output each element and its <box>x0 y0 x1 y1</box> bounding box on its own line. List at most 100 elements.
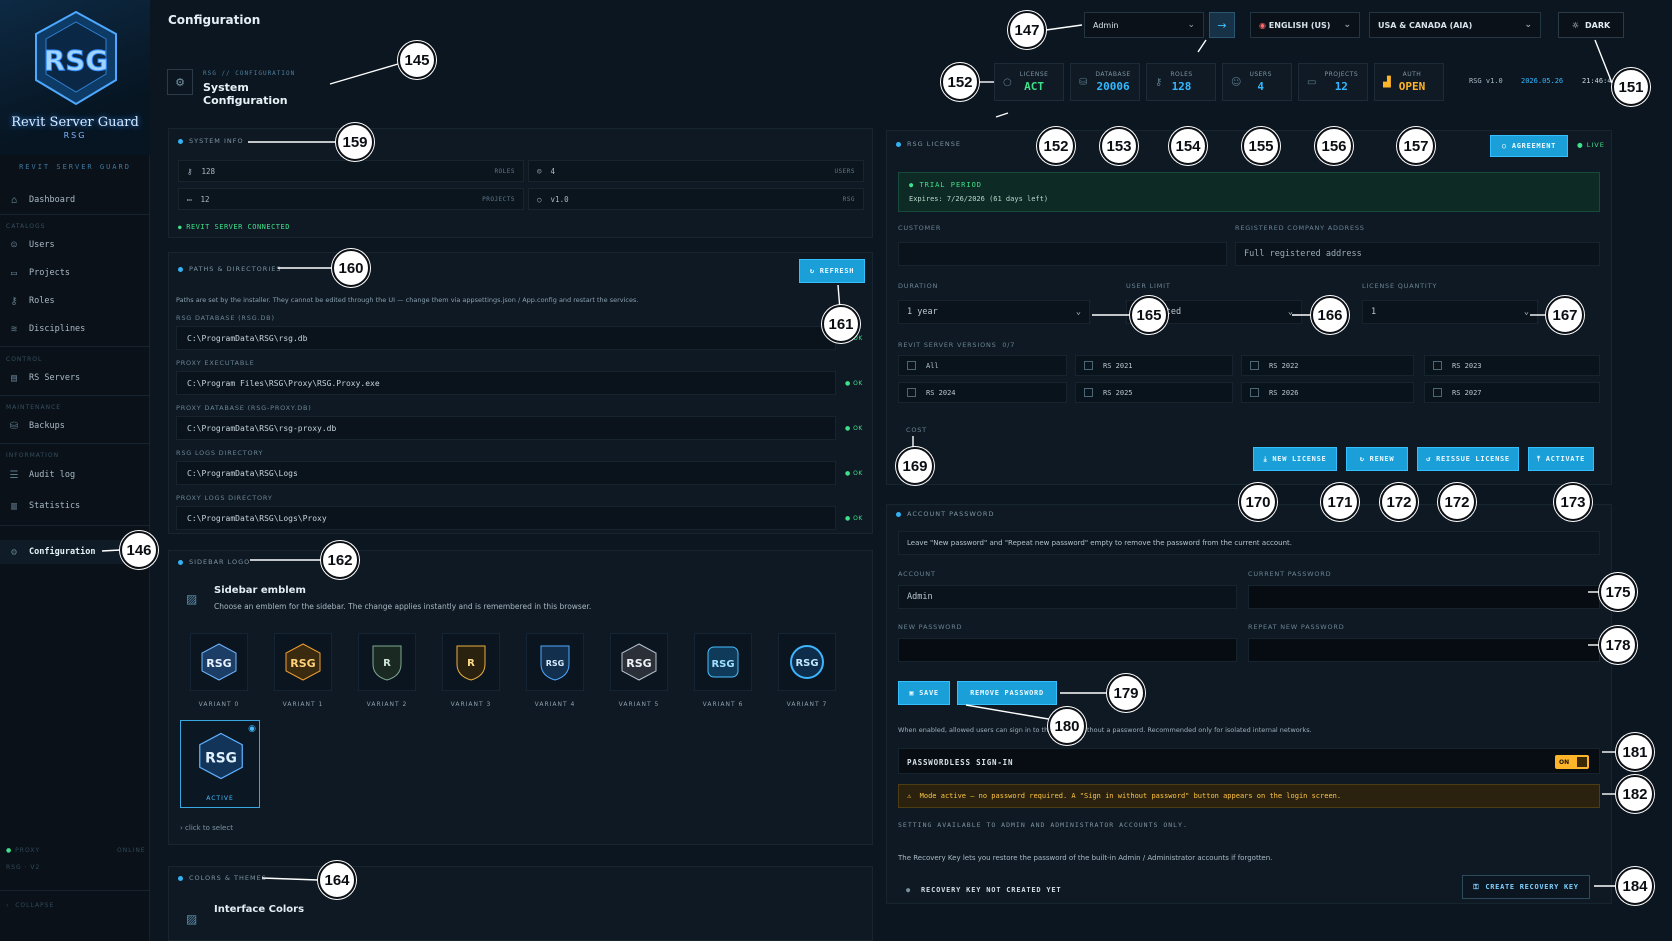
user-limit-label: USER LIMIT <box>1126 282 1171 290</box>
sidebar-item-audit-log[interactable]: ☰ Audit log <box>0 463 150 487</box>
new-license-button[interactable]: ⤓ NEW LICENSE <box>1253 447 1337 471</box>
emblem-variant-0[interactable]: RSG VARIANT 0 <box>180 633 258 711</box>
emblem-variant-6[interactable]: RSG VARIANT 6 <box>684 633 762 711</box>
collapse-button[interactable]: ‹ COLLAPSE <box>6 902 54 909</box>
activate-button[interactable]: ⤒ ACTIVATE <box>1528 447 1594 471</box>
recovery-status: ● RECOVERY KEY NOT CREATED YET <box>906 886 1062 894</box>
refresh-icon: ↻ <box>1359 455 1365 463</box>
version-checkbox-2026[interactable]: RS 2026 <box>1241 382 1414 403</box>
agreement-button[interactable]: ○ AGREEMENT <box>1490 135 1568 157</box>
callout-166: 166 <box>1311 296 1349 334</box>
emblem-variant-1[interactable]: RSG VARIANT 1 <box>264 633 342 711</box>
version-checkbox-2024[interactable]: RS 2024 <box>898 382 1067 403</box>
callout-147: 147 <box>1008 11 1046 49</box>
passwordless-toggle[interactable]: ON <box>1555 755 1589 769</box>
live-badge: ● LIVE <box>1577 141 1605 149</box>
svg-text:RSG: RSG <box>290 657 315 670</box>
duration-select[interactable]: 1 year ⌄ <box>898 300 1090 324</box>
date-label: 2026.05.26 <box>1521 77 1564 85</box>
emblem-variant-5[interactable]: RSG VARIANT 5 <box>600 633 678 711</box>
new-password-input[interactable] <box>898 638 1237 662</box>
callout-178: 178 <box>1599 626 1637 664</box>
version-checkbox-2025[interactable]: RS 2025 <box>1075 382 1233 403</box>
svg-text:RSG: RSG <box>205 750 237 766</box>
theme-toggle-button[interactable]: ☼ DARK <box>1558 12 1624 38</box>
svg-text:RSG: RSG <box>795 658 818 669</box>
paths-note: Paths are set by the installer. They can… <box>176 296 639 304</box>
sidebar-item-backups[interactable]: ⛁ Backups <box>0 414 150 438</box>
repeat-password-input[interactable] <box>1248 638 1600 662</box>
emblem-variant-3[interactable]: R VARIANT 3 <box>432 633 510 711</box>
reissue-license-button[interactable]: ↺ REISSUE LICENSE <box>1417 447 1519 471</box>
section-header: ⚙ RSG // CONFIGURATION System Configurat… <box>165 62 333 107</box>
current-password-input[interactable] <box>1248 585 1600 609</box>
account-select[interactable]: Admin ⌄ <box>1084 12 1204 38</box>
checkbox-icon <box>1250 388 1259 397</box>
sidebar-item-rs-servers[interactable]: ▤ RS Servers <box>0 366 150 390</box>
create-recovery-key-button[interactable]: ⚿ CREATE RECOVERY KEY <box>1462 875 1590 899</box>
backup-icon: ⛁ <box>9 420 19 432</box>
callout-156: 156 <box>1315 127 1353 165</box>
passwordless-note: When enabled, allowed users can sign in … <box>898 726 1312 734</box>
path-proxy-db: C:\ProgramData\RSG\rsg-proxy.db <box>176 416 836 440</box>
sidebar-item-statistics[interactable]: ▥ Statistics <box>0 494 150 518</box>
address-input[interactable]: Full registered address <box>1235 242 1600 266</box>
switch-account-button[interactable]: → <box>1209 12 1235 38</box>
sidebar-item-projects[interactable]: ▭ Projects <box>0 261 150 285</box>
info-cell-roles: ⚷ 128 ROLES <box>178 160 524 182</box>
passwordless-warning: ⚠ Mode active — no password required. A … <box>898 784 1600 808</box>
emblem-variant-4[interactable]: RSG VARIANT 4 <box>516 633 594 711</box>
callout-172a: 172 <box>1380 483 1418 521</box>
checkbox-icon <box>1250 361 1259 370</box>
version-checkbox-2027[interactable]: RS 2027 <box>1424 382 1600 403</box>
language-select[interactable]: ◉ ENGLISH (US) ⌄ <box>1250 12 1360 38</box>
version-checkbox-2022[interactable]: RS 2022 <box>1241 355 1414 376</box>
sidebar-item-dashboard[interactable]: ⌂ Dashboard <box>0 188 150 212</box>
nav-section-maintenance: MAINTENANCE <box>6 404 62 411</box>
version-checkbox-all[interactable]: All <box>898 355 1067 376</box>
callout-173: 173 <box>1554 483 1592 521</box>
nav-section-control: CONTROL <box>6 356 43 363</box>
divider <box>0 214 150 215</box>
duration-label: DURATION <box>898 282 939 290</box>
checkbox-icon <box>1433 361 1442 370</box>
folder-icon: ▭ <box>187 194 192 204</box>
callout-164: 164 <box>318 861 356 899</box>
sidebar-logo[interactable]: RSG Revit Server Guard RSG <box>0 0 150 155</box>
callout-169: 169 <box>896 447 934 485</box>
callout-154: 154 <box>1169 127 1207 165</box>
paths-header: PATHS & DIRECTORIES <box>178 265 281 273</box>
chevron-down-icon: ⌄ <box>1524 20 1532 30</box>
version-checkbox-2021[interactable]: RS 2021 <box>1075 355 1233 376</box>
divider <box>0 890 150 891</box>
log-icon: ☰ <box>9 469 19 481</box>
remove-password-button[interactable]: REMOVE PASSWORD <box>957 681 1057 705</box>
brand-label: REVIT SERVER GUARD <box>19 163 131 171</box>
section-title: System Configuration <box>203 81 288 107</box>
sidebar-item-users[interactable]: ☺ Users <box>0 233 150 257</box>
refresh-button[interactable]: ↻ REFRESH <box>799 259 865 283</box>
sidebar-item-disciplines[interactable]: ≋ Disciplines <box>0 317 150 341</box>
save-button[interactable]: ▣ SAVE <box>898 681 950 705</box>
emblem-variant-7[interactable]: RSG VARIANT 7 <box>768 633 846 711</box>
account-input[interactable]: Admin <box>898 585 1237 609</box>
region-select[interactable]: USA & CANADA (AIA) ⌄ <box>1369 12 1541 38</box>
renew-button[interactable]: ↻ RENEW <box>1346 447 1408 471</box>
customer-input[interactable] <box>898 242 1227 266</box>
emblem-variant-2[interactable]: R VARIANT 2 <box>348 633 426 711</box>
emblem-4-icon: RSG <box>540 645 570 681</box>
emblem-active-card[interactable]: ◉ RSG ACTIVE <box>180 720 260 808</box>
sidebar-item-roles[interactable]: ⚷ Roles <box>0 289 150 313</box>
callout-180: 180 <box>1048 707 1086 745</box>
callout-182: 182 <box>1616 775 1654 813</box>
emblem-3-icon: R <box>456 645 486 681</box>
account-label: ACCOUNT <box>898 570 936 578</box>
cost-label: COST <box>906 426 927 434</box>
upload-icon: ⤒ <box>1536 454 1541 463</box>
version-checkbox-2023[interactable]: RS 2023 <box>1424 355 1600 376</box>
version-label: RSG v1.0 <box>1469 77 1503 85</box>
emblem-hint: › click to select <box>180 824 233 832</box>
quantity-select[interactable]: 1 ⌄ <box>1362 300 1538 324</box>
svg-text:RSG: RSG <box>546 659 565 668</box>
palette-icon: ▨ <box>186 912 198 926</box>
